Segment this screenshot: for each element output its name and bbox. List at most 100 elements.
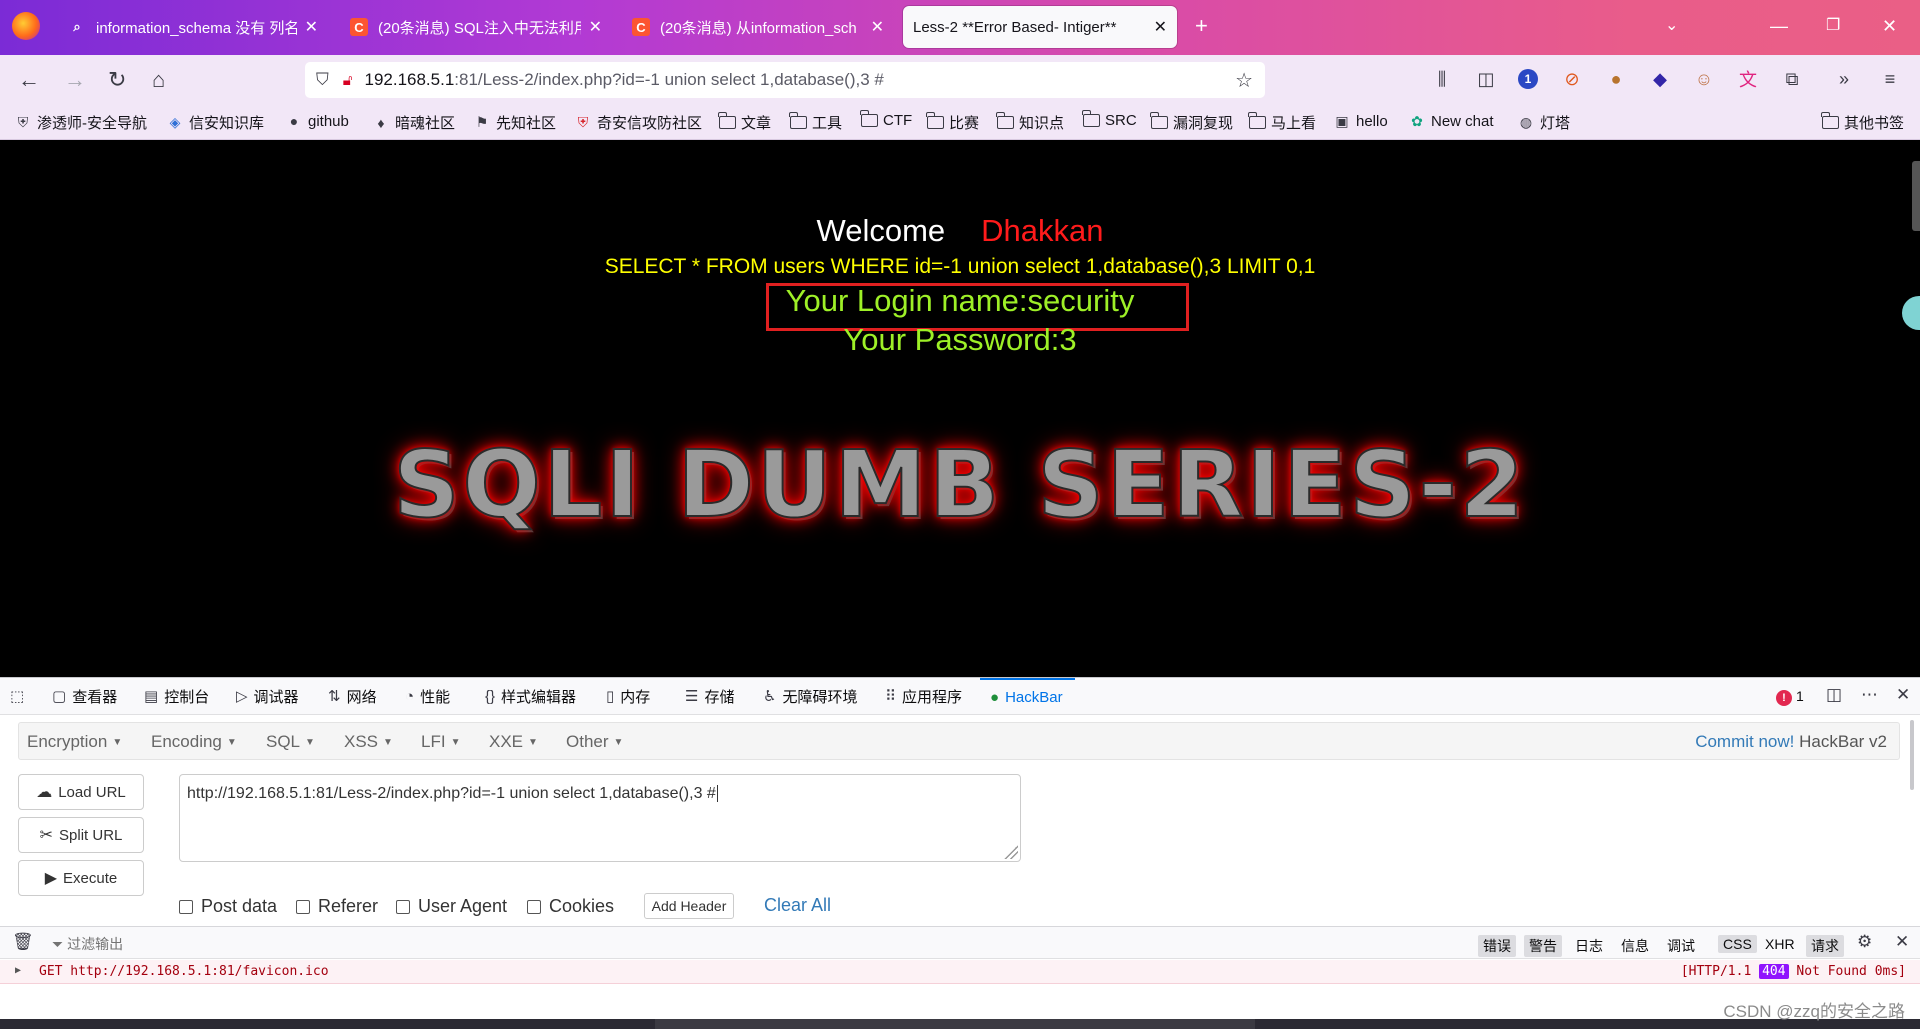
- dock-toggle-icon[interactable]: ◫: [1826, 685, 1842, 705]
- block-extension-icon[interactable]: ⊘: [1560, 67, 1584, 91]
- insecure-lock-icon[interactable]: 🔓︎: [343, 72, 353, 89]
- clear-all-link[interactable]: Clear All: [764, 895, 831, 916]
- new-tab-button[interactable]: +: [1195, 12, 1208, 40]
- checkbox-box[interactable]: [527, 899, 541, 914]
- overflow-chevron-icon[interactable]: »: [1832, 67, 1856, 91]
- filter-debug[interactable]: 调试: [1662, 935, 1700, 957]
- translate-icon[interactable]: 文: [1736, 67, 1760, 91]
- resize-grip-icon[interactable]: [1004, 845, 1018, 859]
- url-text[interactable]: 192.168.5.1:81/Less-2/index.php?id=-1 un…: [364, 70, 883, 90]
- bookmark-item[interactable]: ▣ hello: [1333, 112, 1387, 130]
- layers-icon[interactable]: ◆: [1648, 67, 1672, 91]
- settings-gear-icon[interactable]: ⚙: [1857, 932, 1872, 952]
- cookies-checkbox[interactable]: Cookies: [527, 896, 614, 917]
- menu-xss[interactable]: XSS ▼: [344, 732, 393, 752]
- filter-logs[interactable]: 日志: [1570, 935, 1608, 957]
- bookmark-item[interactable]: ✿ New chat: [1408, 112, 1493, 130]
- tab-style-editor[interactable]: {} 样式编辑器: [485, 678, 576, 714]
- tab-csdn-1[interactable]: C (20条消息) SQL注入中无法利用 ✕: [340, 6, 612, 48]
- bookmark-item[interactable]: ⛨ 渗透师-安全导航: [14, 112, 147, 133]
- bookmark-folder[interactable]: 知识点: [996, 112, 1064, 133]
- tab-network[interactable]: ⇅ 网络: [328, 678, 377, 714]
- restore-icon[interactable]: ❐: [1826, 12, 1840, 40]
- menu-lfi[interactable]: LFI ▼: [421, 732, 460, 752]
- user-agent-checkbox[interactable]: User Agent: [396, 896, 507, 917]
- menu-encryption[interactable]: Encryption ▼: [27, 732, 122, 752]
- sidebar-icon[interactable]: ◫: [1474, 67, 1498, 91]
- load-url-button[interactable]: ☁ Load URL: [18, 774, 144, 810]
- tab-console[interactable]: ▤ 控制台: [144, 678, 209, 714]
- commit-link[interactable]: Commit now!: [1695, 732, 1794, 751]
- tab-csdn-2[interactable]: C (20条消息) 从information_sch ✕: [622, 6, 894, 48]
- error-counter[interactable]: ! 1: [1776, 688, 1804, 706]
- tab-accessibility[interactable]: ♿︎ 无障碍环境: [763, 678, 857, 714]
- hackbar-scrollbar[interactable]: [1910, 720, 1914, 790]
- password-manager-icon[interactable]: 1: [1516, 67, 1540, 91]
- minimize-icon[interactable]: —: [1770, 12, 1788, 40]
- library-icon[interactable]: ⫼: [1430, 67, 1454, 91]
- other-bookmarks-folder[interactable]: 其他书签: [1821, 112, 1904, 133]
- bookmark-folder[interactable]: 文章: [718, 112, 771, 133]
- bookmark-star-icon[interactable]: ☆: [1235, 68, 1253, 93]
- bookmark-item[interactable]: ● github: [285, 112, 349, 130]
- checkbox-box[interactable]: [396, 899, 410, 914]
- hackbar-url-input[interactable]: http://192.168.5.1:81/Less-2/index.php?i…: [179, 774, 1021, 862]
- referer-checkbox[interactable]: Referer: [296, 896, 378, 917]
- reload-icon[interactable]: ↻: [108, 67, 126, 93]
- post-data-checkbox[interactable]: Post data: [179, 896, 277, 917]
- tab-list-chevron-icon[interactable]: ⌄: [1665, 12, 1678, 40]
- tab-storage[interactable]: ☰ 存储: [685, 678, 734, 714]
- forward-arrow-icon[interactable]: →: [64, 67, 86, 93]
- tab-hackbar[interactable]: ● HackBar: [980, 678, 1075, 714]
- bookmark-folder[interactable]: 工具: [789, 112, 842, 133]
- bookmark-folder[interactable]: CTF: [860, 110, 912, 129]
- menu-icon[interactable]: ≡: [1878, 67, 1902, 91]
- close-icon[interactable]: ✕: [305, 17, 318, 37]
- trash-icon[interactable]: 🗑︎: [12, 932, 34, 952]
- tab-performance[interactable]: ◔ 性能: [405, 678, 450, 714]
- tab-debugger[interactable]: ▷ 调试器: [236, 678, 299, 714]
- close-icon[interactable]: ✕: [589, 17, 602, 37]
- checkbox-box[interactable]: [179, 899, 193, 914]
- checkbox-box[interactable]: [296, 899, 310, 914]
- more-options-icon[interactable]: ⋯: [1861, 685, 1878, 705]
- tab-inspector[interactable]: ▢ 查看器: [52, 678, 117, 714]
- menu-other[interactable]: Other ▼: [566, 732, 623, 752]
- filter-css[interactable]: CSS: [1718, 935, 1757, 953]
- close-icon[interactable]: ✕: [1154, 17, 1167, 37]
- home-icon[interactable]: ⌂: [152, 67, 165, 93]
- split-url-button[interactable]: ✂ Split URL: [18, 817, 144, 853]
- filter-warnings[interactable]: 警告: [1524, 935, 1562, 957]
- menu-sql[interactable]: SQL ▼: [266, 732, 315, 752]
- execute-button[interactable]: ▶ Execute: [18, 860, 144, 896]
- back-arrow-icon[interactable]: ←: [18, 67, 40, 93]
- bookmark-item[interactable]: ⚑ 先知社区: [473, 112, 556, 133]
- bookmark-folder[interactable]: SRC: [1082, 110, 1137, 129]
- avatar-extension-icon[interactable]: ☺: [1692, 67, 1716, 91]
- filter-output-input[interactable]: ⏷ 过滤输出: [52, 934, 123, 954]
- element-picker-icon[interactable]: ⬚: [10, 678, 30, 714]
- menu-encoding[interactable]: Encoding ▼: [151, 732, 237, 752]
- tab-memory[interactable]: ▯ 内存: [606, 678, 650, 714]
- bookmark-item[interactable]: ⛨ 奇安信攻防社区: [574, 112, 702, 133]
- bookmark-folder[interactable]: 漏洞复现: [1150, 112, 1233, 133]
- bookmark-item[interactable]: ◍ 灯塔: [1517, 112, 1570, 133]
- console-message-row[interactable]: ▶ GET http://192.168.5.1:81/favicon.ico …: [0, 960, 1920, 984]
- window-close-icon[interactable]: ✕: [1882, 12, 1897, 40]
- url-bar[interactable]: ⛉ 🔓︎ 192.168.5.1:81/Less-2/index.php?id=…: [305, 62, 1265, 98]
- bookmark-item[interactable]: ♦ 暗魂社区: [372, 112, 455, 133]
- expand-arrow-icon[interactable]: ▶: [15, 965, 21, 976]
- bookmark-item[interactable]: ◈ 信安知识库: [166, 112, 264, 133]
- menu-xxe[interactable]: XXE ▼: [489, 732, 538, 752]
- close-icon[interactable]: ✕: [871, 17, 884, 37]
- tab-application[interactable]: ⠿ 应用程序: [885, 678, 962, 714]
- add-header-button[interactable]: Add Header: [644, 893, 734, 919]
- firefox-logo-icon[interactable]: [12, 12, 40, 40]
- bookmark-folder[interactable]: 比赛: [926, 112, 979, 133]
- tracking-shield-icon[interactable]: ⛉: [316, 70, 329, 90]
- devtools-close-icon[interactable]: ✕: [1896, 685, 1910, 705]
- console-close-icon[interactable]: ✕: [1895, 932, 1909, 952]
- tab-information-schema[interactable]: ⌕ information_schema 没有 列名 ✕: [58, 6, 328, 48]
- tab-less-2[interactable]: Less-2 **Error Based- Intiger** ✕: [903, 6, 1177, 48]
- bookmark-folder[interactable]: 马上看: [1248, 112, 1316, 133]
